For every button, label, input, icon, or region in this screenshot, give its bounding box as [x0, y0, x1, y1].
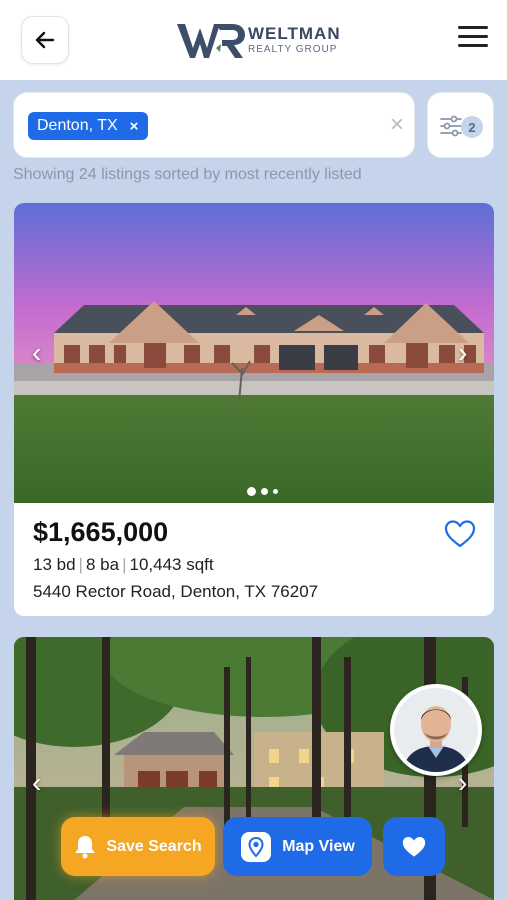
location-chip[interactable]: Denton, TX ×: [28, 112, 149, 140]
prev-photo-icon[interactable]: ‹: [32, 337, 41, 369]
location-chip-label: Denton, TX: [37, 117, 118, 134]
filter-sliders-icon: [440, 115, 462, 137]
logo-mark-icon: [177, 24, 245, 58]
menu-icon: [458, 26, 488, 29]
logo-title: WELTMAN: [248, 24, 341, 43]
search-input[interactable]: Denton, TX × ×: [13, 92, 415, 158]
results-summary: Showing 24 listings sorted by most recen…: [13, 166, 362, 183]
chip-close-icon[interactable]: ×: [130, 118, 139, 135]
map-pin-icon: [241, 831, 272, 862]
favorite-heart-icon[interactable]: [444, 519, 476, 549]
back-button[interactable]: [21, 16, 69, 64]
heart-icon: [402, 836, 426, 857]
save-search-label: Save Search: [106, 837, 202, 855]
logo-subtitle: REALTY GROUP: [248, 44, 338, 55]
favorites-button[interactable]: [383, 817, 445, 876]
listing-photo[interactable]: [14, 203, 494, 503]
save-search-button[interactable]: Save Search: [61, 817, 215, 876]
agent-avatar[interactable]: [390, 684, 482, 776]
listing-beds: 13 bd: [33, 555, 76, 574]
filter-count-badge: 2: [461, 116, 483, 138]
listing-specs: 13 bd | 8 ba | 10,443 sqft: [33, 555, 214, 574]
back-arrow-icon: [35, 31, 55, 49]
photo-carousel-dots: [247, 487, 283, 496]
clear-search-icon[interactable]: ×: [390, 111, 404, 139]
map-view-label: Map View: [282, 837, 355, 855]
company-logo[interactable]: WELTMAN REALTY GROUP: [176, 18, 341, 62]
filter-button[interactable]: 2: [427, 92, 494, 158]
prev-photo-icon[interactable]: ‹: [32, 767, 41, 799]
listing-card[interactable]: ‹ › $1,665,000 13 bd | 8 ba | 10,443 sqft 54…: [14, 203, 494, 616]
top-bar: WELTMAN REALTY GROUP: [0, 0, 507, 80]
listing-sqft: 10,443 sqft: [129, 555, 214, 574]
map-view-button[interactable]: Map View: [223, 817, 372, 876]
listing-baths: 8 ba: [85, 555, 120, 574]
agent-photo: [394, 688, 478, 772]
menu-button[interactable]: [458, 26, 488, 52]
listing-address: 5440 Rector Road, Denton, TX 76207: [33, 582, 319, 601]
next-photo-icon[interactable]: ›: [458, 337, 467, 369]
bell-icon: [75, 835, 96, 858]
next-photo-icon[interactable]: ›: [458, 767, 467, 799]
listing-price: $1,665,000: [33, 517, 169, 547]
